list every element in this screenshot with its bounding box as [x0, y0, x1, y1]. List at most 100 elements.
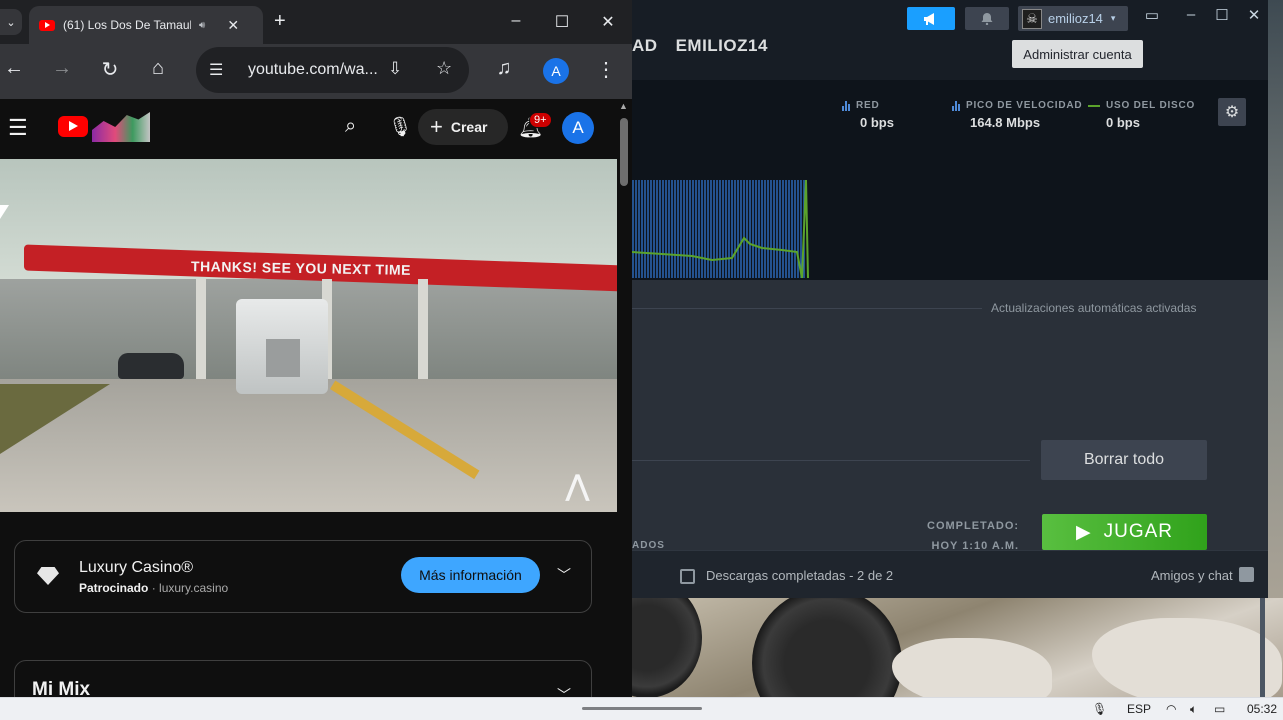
- video-frame-pillar: [418, 279, 428, 379]
- minimize-button[interactable]: –: [506, 12, 526, 30]
- scrollbar-thumb[interactable]: [620, 118, 628, 186]
- stat-value: 0 bps: [1106, 115, 1140, 130]
- scroll-up-arrow-icon[interactable]: ▲: [619, 101, 628, 111]
- gear-icon[interactable]: ⚙: [1218, 98, 1246, 126]
- sponsored-ad-card[interactable]: Luxury Casino® Patrocinado · luxury.casi…: [14, 540, 592, 613]
- video-frame-truck-grill: [266, 339, 300, 377]
- auto-updates-label: Actualizaciones automáticas activadas: [991, 301, 1197, 315]
- taskbar-handle[interactable]: [582, 707, 702, 710]
- account-name: emilioz14: [1048, 11, 1103, 26]
- friends-icon[interactable]: [1239, 567, 1254, 582]
- create-button[interactable]: + Crear: [418, 109, 508, 145]
- hamburger-menu-icon[interactable]: ☰: [8, 115, 28, 141]
- wifi-icon[interactable]: ◠: [1166, 702, 1176, 716]
- line-legend-icon: [1088, 104, 1100, 107]
- clear-all-button[interactable]: Borrar todo: [1041, 440, 1207, 480]
- mix-title: Mi Mix: [32, 679, 91, 697]
- back-arrow-icon[interactable]: ←: [0, 57, 28, 80]
- profile-avatar[interactable]: A: [543, 58, 569, 84]
- volume-icon[interactable]: 🔈︎: [1190, 702, 1197, 717]
- friends-chat-link[interactable]: Amigos y chat: [1151, 568, 1233, 583]
- video-frame-pillar: [196, 279, 206, 379]
- tab-search-button[interactable]: ⌄: [0, 9, 22, 35]
- rock-image: [1092, 618, 1282, 698]
- divider: [632, 308, 982, 309]
- more-info-button[interactable]: Más información: [401, 557, 540, 593]
- ad-sponsored-label: Patrocinado: [79, 581, 149, 595]
- close-tab-icon[interactable]: ✕: [227, 17, 239, 34]
- steam-topbar: AD EMILIOZ14 ☠ emilioz14 ▾ Administrar cu…: [632, 0, 1268, 80]
- youtube-logo[interactable]: [58, 116, 88, 137]
- speaker-icon[interactable]: 🔊︎: [199, 20, 205, 31]
- site-settings-icon[interactable]: ☰: [209, 60, 223, 80]
- forward-arrow-icon[interactable]: →: [48, 57, 76, 80]
- announcements-button[interactable]: [907, 7, 955, 30]
- url-text[interactable]: youtube.com/wa...: [248, 61, 378, 79]
- stat-value: 164.8 Mbps: [970, 115, 1041, 130]
- bell-icon: [981, 13, 993, 25]
- tab-title: (61) Los Dos De Tamaulipas: [63, 18, 191, 32]
- bars-icon: [952, 100, 960, 111]
- divider: [632, 460, 1030, 461]
- microphone-icon[interactable]: 🎙︎: [1092, 702, 1107, 716]
- ad-title[interactable]: Luxury Casino®: [79, 559, 193, 577]
- steam-nav: AD EMILIOZ14: [632, 36, 768, 56]
- stat-value: 0 bps: [860, 115, 894, 130]
- ad-subtitle: Patrocinado · luxury.casino: [79, 581, 229, 595]
- account-avatar[interactable]: A: [562, 112, 594, 144]
- scrollbar-track[interactable]: [617, 99, 632, 697]
- maximize-button[interactable]: ☐: [1211, 6, 1233, 24]
- desktop-wallpaper-edge: [1268, 0, 1283, 700]
- steam-window: AD EMILIOZ14 ☠ emilioz14 ▾ Administrar cu…: [632, 0, 1268, 720]
- microphone-icon[interactable]: 🎙︎: [388, 115, 412, 139]
- network-bars: [632, 180, 805, 278]
- megaphone-icon: [924, 12, 934, 25]
- diamond-icon: [37, 567, 59, 585]
- mix-playlist-card[interactable]: Mi Mix ﹀: [14, 660, 592, 697]
- new-tab-button[interactable]: +: [274, 10, 286, 33]
- play-icon: ▶: [1075, 521, 1092, 543]
- more-menu-icon[interactable]: ⋮: [592, 57, 620, 82]
- close-button[interactable]: ✕: [1243, 6, 1265, 24]
- notifications-button[interactable]: [965, 7, 1009, 30]
- channel-watermark-icon[interactable]: ⋀: [566, 469, 589, 502]
- chevron-down-icon[interactable]: ﹀: [557, 565, 571, 585]
- video-player[interactable]: THANKS! SEE YOU NEXT TIME ⋀: [0, 159, 617, 512]
- download-graph: [632, 179, 809, 278]
- ad-domain: luxury.casino: [159, 581, 229, 595]
- close-button[interactable]: ✕: [598, 12, 618, 32]
- account-menu-button[interactable]: ☠ emilioz14 ▾: [1018, 6, 1128, 31]
- video-frame-car: [118, 353, 184, 379]
- youtube-favicon-icon: [39, 19, 55, 31]
- youtube-doodle[interactable]: [92, 112, 150, 142]
- completed-label: COMPLETADO:: [927, 520, 1020, 532]
- language-indicator[interactable]: ESP: [1127, 702, 1151, 716]
- search-icon[interactable]: ⌕: [345, 115, 356, 138]
- downloads-status[interactable]: Descargas completadas - 2 de 2: [706, 568, 893, 583]
- battery-icon[interactable]: ▭: [1214, 702, 1225, 716]
- address-bar[interactable]: ☰ youtube.com/wa... ⇩ ☆: [196, 47, 469, 93]
- youtube-header: ☰ ⌕ 🎙︎ + Crear 🔔︎ 9+ A: [0, 99, 617, 159]
- stat-label: PICO DE VELOCIDAD: [966, 100, 1083, 111]
- chevron-down-icon: ▾: [1110, 13, 1116, 23]
- big-picture-icon[interactable]: ▭: [1141, 6, 1163, 24]
- video-frame-ground: [0, 379, 617, 512]
- steam-nav-user[interactable]: EMILIOZ14: [676, 36, 768, 55]
- steam-nav-partial[interactable]: AD: [632, 36, 658, 55]
- bookmark-star-icon[interactable]: ☆: [436, 58, 452, 79]
- maximize-button[interactable]: ☐: [552, 12, 572, 32]
- minimize-button[interactable]: –: [1180, 6, 1202, 23]
- browser-tab[interactable]: (61) Los Dos De Tamaulipas 🔊︎ ✕: [29, 6, 263, 44]
- media-controls-icon[interactable]: ♫: [490, 57, 518, 80]
- home-icon[interactable]: ⌂: [144, 57, 172, 80]
- download-stats-panel: RED 0 bps PICO DE VELOCIDAD 164.8 Mbps U…: [632, 80, 1268, 280]
- download-icon[interactable]: [680, 569, 695, 584]
- stat-network: RED 0 bps: [842, 100, 894, 130]
- chevron-down-icon[interactable]: ﹀: [557, 685, 571, 697]
- install-app-icon[interactable]: ⇩: [388, 59, 402, 79]
- stat-peak-speed: PICO DE VELOCIDAD 164.8 Mbps: [952, 100, 1082, 130]
- reload-icon[interactable]: ↻: [96, 57, 124, 82]
- clock[interactable]: 05:32: [1247, 702, 1277, 716]
- bars-icon: [842, 100, 850, 111]
- play-button[interactable]: ▶ JUGAR: [1042, 514, 1207, 550]
